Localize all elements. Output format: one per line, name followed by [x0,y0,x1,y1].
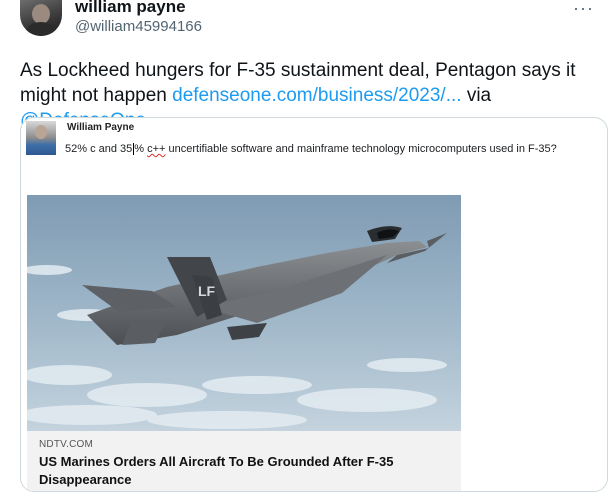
avatar-face [32,4,50,24]
card-meta[interactable]: NDTV.COM US Marines Orders All Aircraft … [27,431,461,491]
f35-jet-photo[interactable]: LF [27,195,461,431]
tweet-via: via [461,85,492,106]
embedded-post-text: 52% c and 35% c++ uncertifiable software… [65,143,557,155]
embedded-text-misspelled: c++ [147,143,166,155]
author-handle[interactable]: @william45994166 [75,18,202,35]
embedded-author-avatar [26,121,56,155]
author-avatar[interactable] [20,0,62,36]
more-options-icon[interactable]: ··· [573,0,594,19]
jet-photo-svg: LF [27,195,461,431]
embedded-author-name: William Payne [67,122,135,133]
link-card[interactable]: William Payne 52% c and 35% c++ uncertif… [20,117,608,492]
card-domain: NDTV.COM [39,439,94,450]
embedded-avatar-head [35,125,47,139]
embedded-text-part2: % [134,143,148,155]
author-display-name[interactable]: william payne [75,0,186,17]
tweet-link[interactable]: defenseone.com/business/2023/... [172,85,461,106]
embedded-text-part1: 52% c and 35 [65,143,133,155]
embedded-text-part3: uncertifiable software and mainframe tec… [165,143,557,155]
tail-code: LF [198,283,216,299]
card-title[interactable]: US Marines Orders All Aircraft To Be Gro… [39,453,449,489]
avatar-body [26,22,56,36]
